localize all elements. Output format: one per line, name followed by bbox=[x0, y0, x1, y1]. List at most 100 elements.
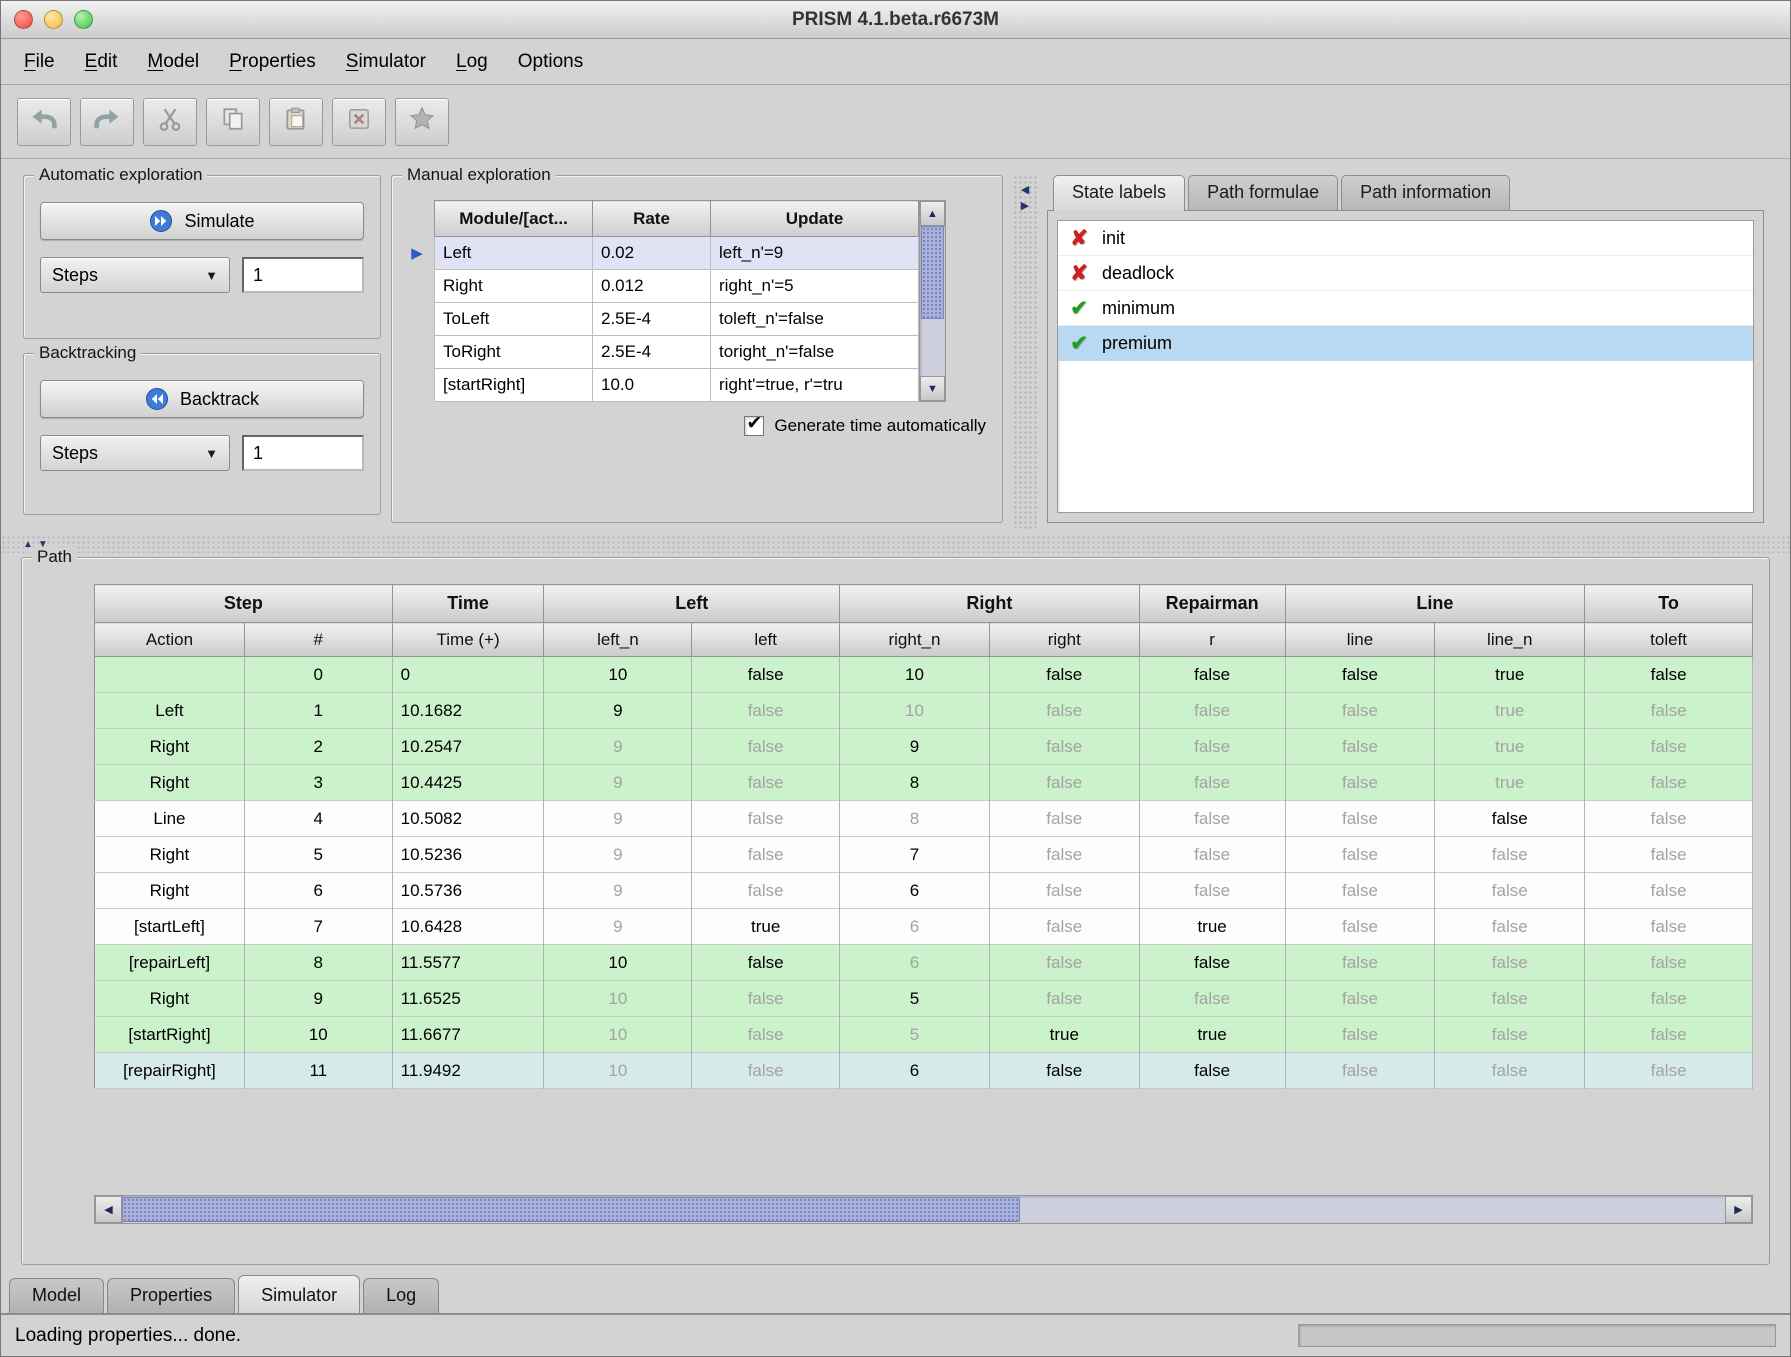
path-column-header: r bbox=[1139, 623, 1285, 657]
path-cell: 8 bbox=[840, 765, 990, 801]
label-item-premium[interactable]: ✔premium bbox=[1058, 326, 1753, 361]
manual-row[interactable]: Right0.012right_n'=5 bbox=[435, 270, 919, 303]
menu-options[interactable]: Options bbox=[503, 51, 598, 73]
copy-button[interactable] bbox=[206, 98, 260, 146]
path-cell: false bbox=[1435, 909, 1585, 945]
generate-time-checkbox[interactable] bbox=[744, 416, 764, 436]
scroll-right-icon[interactable] bbox=[1725, 1196, 1752, 1223]
star-button[interactable] bbox=[395, 98, 449, 146]
menu-edit[interactable]: Edit bbox=[70, 51, 133, 73]
simulate-button[interactable]: Simulate bbox=[40, 202, 364, 240]
path-cell: true bbox=[1435, 765, 1585, 801]
path-row[interactable]: 0010false10falsefalsefalsetruefalse bbox=[95, 657, 1753, 693]
label-item-text: deadlock bbox=[1102, 263, 1174, 284]
simulate-steps-input[interactable] bbox=[242, 257, 364, 293]
path-cell: 10.5736 bbox=[392, 873, 544, 909]
path-cell: false bbox=[692, 693, 840, 729]
path-cell: false bbox=[1139, 945, 1285, 981]
path-cell: true bbox=[692, 909, 840, 945]
label-item-init[interactable]: ✘init bbox=[1058, 221, 1753, 256]
manual-cell: 0.02 bbox=[593, 237, 711, 270]
scroll-down-icon[interactable] bbox=[920, 376, 945, 401]
tab-properties[interactable]: Properties bbox=[107, 1278, 235, 1313]
tab-simulator[interactable]: Simulator bbox=[238, 1275, 360, 1313]
path-cell: 11 bbox=[244, 1053, 392, 1089]
path-row[interactable]: [startLeft]710.64289true6falsetruefalsef… bbox=[95, 909, 1753, 945]
tab-model[interactable]: Model bbox=[9, 1278, 104, 1313]
manual-row[interactable]: Left0.02left_n'=9 bbox=[435, 237, 919, 270]
manual-table-scrollbar[interactable] bbox=[919, 200, 946, 402]
manual-cell: [startRight] bbox=[435, 369, 593, 402]
menu-log[interactable]: Log bbox=[441, 51, 503, 73]
path-cell: 9 bbox=[544, 909, 692, 945]
zoom-window-button[interactable] bbox=[74, 10, 93, 29]
manual-scrollbar-track[interactable] bbox=[920, 226, 945, 376]
path-row[interactable]: Right610.57369false6falsefalsefalsefalse… bbox=[95, 873, 1753, 909]
path-cell: true bbox=[989, 1017, 1139, 1053]
path-row[interactable]: Right210.25479false9falsefalsefalsetruef… bbox=[95, 729, 1753, 765]
path-cell: 9 bbox=[544, 765, 692, 801]
path-horizontal-scrollbar[interactable] bbox=[94, 1195, 1753, 1224]
path-row[interactable]: Right310.44259false8falsefalsefalsetruef… bbox=[95, 765, 1753, 801]
manual-row[interactable]: [startRight]10.0right'=true, r'=tru bbox=[435, 369, 919, 402]
path-group-header: Line bbox=[1285, 585, 1585, 623]
scroll-left-icon[interactable] bbox=[95, 1196, 122, 1223]
green-check-icon: ✔ bbox=[1067, 333, 1091, 354]
path-row[interactable]: [repairLeft]811.557710false6falsefalsefa… bbox=[95, 945, 1753, 981]
tab-path-formulae[interactable]: Path formulae bbox=[1188, 175, 1338, 210]
path-row[interactable]: Left110.16829false10falsefalsefalsetruef… bbox=[95, 693, 1753, 729]
path-cell: 11.5577 bbox=[392, 945, 544, 981]
paste-button[interactable] bbox=[269, 98, 323, 146]
simulate-steps-dropdown[interactable]: Steps bbox=[40, 257, 230, 293]
path-cell bbox=[95, 657, 245, 693]
collapse-left-icon[interactable] bbox=[1021, 183, 1029, 196]
path-cell: false bbox=[1139, 1053, 1285, 1089]
manual-row[interactable]: ToRight2.5E-4toright_n'=false bbox=[435, 336, 919, 369]
manual-row[interactable]: ToLeft2.5E-4toleft_n'=false bbox=[435, 303, 919, 336]
label-item-deadlock[interactable]: ✘deadlock bbox=[1058, 256, 1753, 291]
path-row[interactable]: Right911.652510false5falsefalsefalsefals… bbox=[95, 981, 1753, 1017]
label-item-text: init bbox=[1102, 228, 1125, 249]
close-window-button[interactable] bbox=[14, 10, 33, 29]
tab-path-information[interactable]: Path information bbox=[1341, 175, 1510, 210]
vertical-splitter[interactable] bbox=[1013, 175, 1037, 529]
path-title: Path bbox=[32, 547, 77, 567]
path-row[interactable]: Line410.50829false8falsefalsefalsefalsef… bbox=[95, 801, 1753, 837]
path-row[interactable]: Right510.52369false7falsefalsefalsefalse… bbox=[95, 837, 1753, 873]
delete-button[interactable] bbox=[332, 98, 386, 146]
scroll-up-icon[interactable] bbox=[920, 201, 945, 226]
backtrack-button[interactable]: Backtrack bbox=[40, 380, 364, 418]
menu-properties[interactable]: Properties bbox=[214, 51, 331, 73]
minimize-window-button[interactable] bbox=[44, 10, 63, 29]
backtrack-steps-dropdown[interactable]: Steps bbox=[40, 435, 230, 471]
path-scrollbar-thumb[interactable] bbox=[122, 1197, 1020, 1222]
menu-file[interactable]: File bbox=[9, 51, 70, 73]
path-scrollbar-track[interactable] bbox=[122, 1196, 1725, 1223]
undo-arrow-button[interactable] bbox=[17, 98, 71, 146]
label-item-minimum[interactable]: ✔minimum bbox=[1058, 291, 1753, 326]
path-cell: false bbox=[1585, 873, 1753, 909]
cut-button[interactable] bbox=[143, 98, 197, 146]
path-cell: false bbox=[692, 1053, 840, 1089]
redo-arrow-button[interactable] bbox=[80, 98, 134, 146]
collapse-right-icon[interactable] bbox=[1021, 199, 1029, 212]
path-cell: false bbox=[1435, 873, 1585, 909]
tab-state-labels[interactable]: State labels bbox=[1053, 175, 1185, 211]
path-cell: 6 bbox=[840, 945, 990, 981]
tab-log[interactable]: Log bbox=[363, 1278, 439, 1313]
manual-scrollbar-thumb[interactable] bbox=[921, 226, 944, 319]
menu-simulator[interactable]: Simulator bbox=[331, 51, 441, 73]
horizontal-splitter[interactable] bbox=[1, 535, 1790, 553]
chevron-down-icon bbox=[205, 268, 218, 283]
path-cell: 9 bbox=[244, 981, 392, 1017]
path-cell: false bbox=[1285, 801, 1435, 837]
path-cell: 5 bbox=[244, 837, 392, 873]
path-cell: 9 bbox=[544, 837, 692, 873]
path-cell: false bbox=[1285, 945, 1435, 981]
path-row[interactable]: [repairRight]1111.949210false6falsefalse… bbox=[95, 1053, 1753, 1089]
path-cell: false bbox=[1139, 693, 1285, 729]
menu-model[interactable]: Model bbox=[132, 51, 214, 73]
backtrack-steps-input[interactable] bbox=[242, 435, 364, 471]
path-row[interactable]: [startRight]1011.667710false5truetruefal… bbox=[95, 1017, 1753, 1053]
path-cell: false bbox=[989, 873, 1139, 909]
